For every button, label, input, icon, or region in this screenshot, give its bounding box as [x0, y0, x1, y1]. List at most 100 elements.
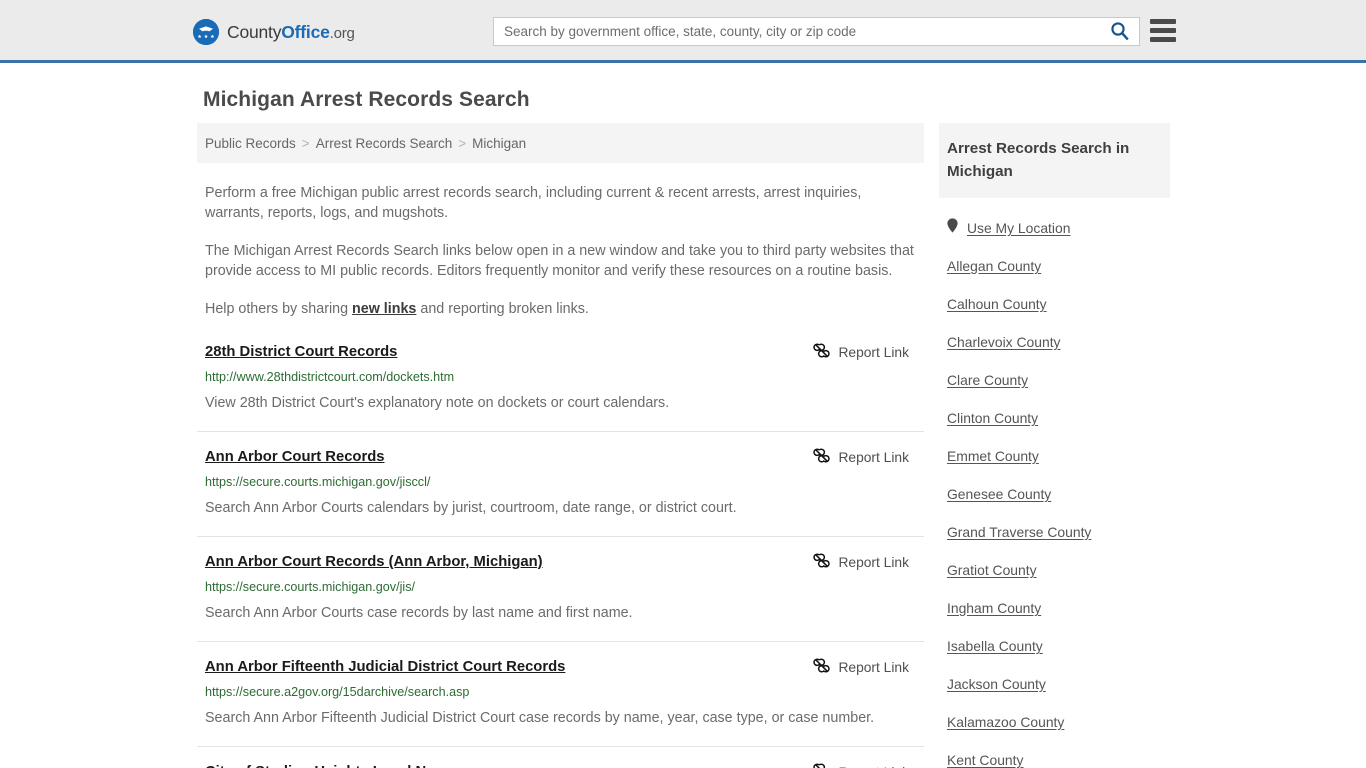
breadcrumb-item-michigan: Michigan — [472, 135, 527, 151]
broken-link-icon — [813, 447, 831, 467]
county-link[interactable]: Isabella County — [947, 638, 1043, 654]
result-description: Search Ann Arbor Fifteenth Judicial Dist… — [205, 710, 875, 726]
report-link-button[interactable]: Report Link — [813, 552, 916, 572]
broken-link-icon — [813, 342, 831, 362]
county-link[interactable]: Emmet County — [947, 448, 1039, 464]
result-item: Ann Arbor Fifteenth Judicial District Co… — [197, 642, 924, 747]
sidebar-item-use-my-location[interactable]: Use My Location — [939, 218, 1170, 238]
sidebar-item-county[interactable]: Kent County — [939, 752, 1170, 768]
sidebar-item-county[interactable]: Grand Traverse County — [939, 524, 1170, 542]
sidebar-item-county[interactable]: Genesee County — [939, 486, 1170, 504]
main-content-column: Public Records > Arrest Records Search >… — [197, 123, 924, 768]
sidebar-item-county[interactable]: Clare County — [939, 372, 1170, 390]
results-list: 28th District Court Records Report Link … — [197, 341, 924, 768]
county-link[interactable]: Kent County — [947, 752, 1023, 768]
result-description: Search Ann Arbor Courts case records by … — [205, 605, 633, 621]
breadcrumb-item-public-records[interactable]: Public Records — [205, 136, 296, 151]
result-url-link[interactable]: https://secure.courts.michigan.gov/jiscc… — [205, 475, 916, 489]
report-link-label: Report Link — [838, 659, 909, 675]
county-link[interactable]: Jackson County — [947, 676, 1046, 692]
search-input[interactable] — [494, 18, 1099, 45]
breadcrumb-item-arrest-records-search[interactable]: Arrest Records Search — [316, 136, 453, 151]
county-link[interactable]: Clinton County — [947, 410, 1038, 426]
report-link-button[interactable]: Report Link — [813, 657, 916, 677]
search-bar[interactable] — [493, 17, 1140, 46]
sidebar-item-county[interactable]: Charlevoix County — [939, 334, 1170, 352]
sidebar-item-county[interactable]: Isabella County — [939, 638, 1170, 656]
report-link-label: Report Link — [838, 449, 909, 465]
breadcrumb-separator-icon: > — [458, 135, 467, 151]
site-header: CountyOffice.org — [0, 0, 1366, 63]
intro-paragraph-1: Perform a free Michigan public arrest re… — [205, 185, 862, 221]
result-header: Ann Arbor Court Records (Ann Arbor, Mich… — [205, 553, 916, 572]
county-link[interactable]: Charlevoix County — [947, 334, 1061, 350]
result-title-link[interactable]: Ann Arbor Court Records — [205, 448, 385, 466]
result-url-link[interactable]: https://secure.a2gov.org/15darchive/sear… — [205, 685, 916, 699]
sidebar-item-county[interactable]: Ingham County — [939, 600, 1170, 618]
breadcrumb-separator-icon: > — [301, 135, 310, 151]
result-header: City of Sterling Heights Local News Repo… — [205, 763, 916, 768]
county-link[interactable]: Allegan County — [947, 258, 1041, 274]
result-item: Ann Arbor Court Records (Ann Arbor, Mich… — [197, 537, 924, 642]
broken-link-icon — [813, 657, 831, 677]
county-link[interactable]: Gratiot County — [947, 562, 1037, 578]
county-link[interactable]: Grand Traverse County — [947, 524, 1091, 540]
broken-link-icon — [813, 552, 831, 572]
result-item: City of Sterling Heights Local News Repo… — [197, 747, 924, 768]
sidebar-item-county[interactable]: Jackson County — [939, 676, 1170, 694]
result-item: Ann Arbor Court Records Report Link http… — [197, 432, 924, 537]
report-link-label: Report Link — [838, 765, 909, 768]
magnifier-icon — [1110, 21, 1129, 43]
brand-county: County — [227, 21, 282, 42]
sidebar-heading: Arrest Records Search in Michigan — [939, 123, 1170, 198]
site-logo-text: CountyOffice.org — [227, 22, 355, 43]
brand-org: .org — [329, 24, 355, 42]
new-links-link[interactable]: new links — [352, 301, 416, 317]
brand-office: Office — [281, 21, 330, 42]
report-link-label: Report Link — [838, 554, 909, 570]
result-title-link[interactable]: City of Sterling Heights Local News — [205, 763, 454, 768]
report-link-label: Report Link — [838, 344, 909, 360]
result-header: Ann Arbor Court Records Report Link — [205, 448, 916, 467]
map-pin-icon — [947, 218, 958, 238]
hamburger-menu-icon-bar — [1150, 28, 1176, 33]
intro-paragraph-3-suffix: and reporting broken links. — [416, 301, 589, 317]
sidebar-item-county[interactable]: Calhoun County — [939, 296, 1170, 314]
result-url-link[interactable]: http://www.28thdistrictcourt.com/dockets… — [205, 370, 916, 384]
sidebar-item-county[interactable]: Gratiot County — [939, 562, 1170, 580]
report-link-button[interactable]: Report Link — [813, 342, 916, 362]
sidebar-item-county[interactable]: Clinton County — [939, 410, 1170, 428]
sidebar: Arrest Records Search in Michigan Use My… — [939, 123, 1170, 768]
county-link[interactable]: Clare County — [947, 372, 1028, 388]
county-link[interactable]: Calhoun County — [947, 296, 1047, 312]
eagle-shield-logo-icon — [193, 19, 219, 45]
site-logo-link[interactable]: CountyOffice.org — [193, 19, 355, 45]
hamburger-menu-icon-bar — [1150, 37, 1176, 42]
result-url-link[interactable]: https://secure.courts.michigan.gov/jis/ — [205, 580, 916, 594]
result-title-link[interactable]: 28th District Court Records — [205, 343, 397, 361]
broken-link-icon — [813, 762, 830, 768]
sidebar-item-county[interactable]: Allegan County — [939, 258, 1170, 276]
sidebar-item-county[interactable]: Kalamazoo County — [939, 714, 1170, 732]
report-link-button[interactable]: Report Link — [813, 447, 916, 467]
intro-paragraph-3-prefix: Help others by sharing — [205, 301, 353, 317]
result-item: 28th District Court Records Report Link … — [197, 341, 924, 432]
search-submit-button[interactable] — [1099, 18, 1139, 45]
result-header: Ann Arbor Fifteenth Judicial District Co… — [205, 658, 916, 677]
result-title-link[interactable]: Ann Arbor Fifteenth Judicial District Co… — [205, 658, 565, 676]
result-header: 28th District Court Records Report Link — [205, 343, 916, 362]
county-link[interactable]: Kalamazoo County — [947, 714, 1064, 730]
hamburger-menu-button[interactable] — [1150, 19, 1176, 42]
county-link[interactable]: Ingham County — [947, 600, 1041, 616]
sidebar-county-list: Use My Location Allegan County Calhoun C… — [939, 198, 1170, 768]
use-my-location-link[interactable]: Use My Location — [967, 220, 1070, 236]
result-description: Search Ann Arbor Courts calendars by jur… — [205, 500, 737, 516]
sidebar-item-county[interactable]: Emmet County — [939, 448, 1170, 466]
county-link[interactable]: Genesee County — [947, 486, 1051, 502]
hamburger-menu-icon-bar — [1150, 19, 1176, 24]
result-title-link[interactable]: Ann Arbor Court Records (Ann Arbor, Mich… — [205, 553, 543, 571]
page-title: Michigan Arrest Records Search — [203, 88, 530, 111]
intro-paragraph-3: Help others by sharing new links and rep… — [205, 299, 916, 319]
report-link-button[interactable]: Report Link — [813, 762, 916, 768]
result-description: View 28th District Court's explanatory n… — [205, 395, 670, 411]
